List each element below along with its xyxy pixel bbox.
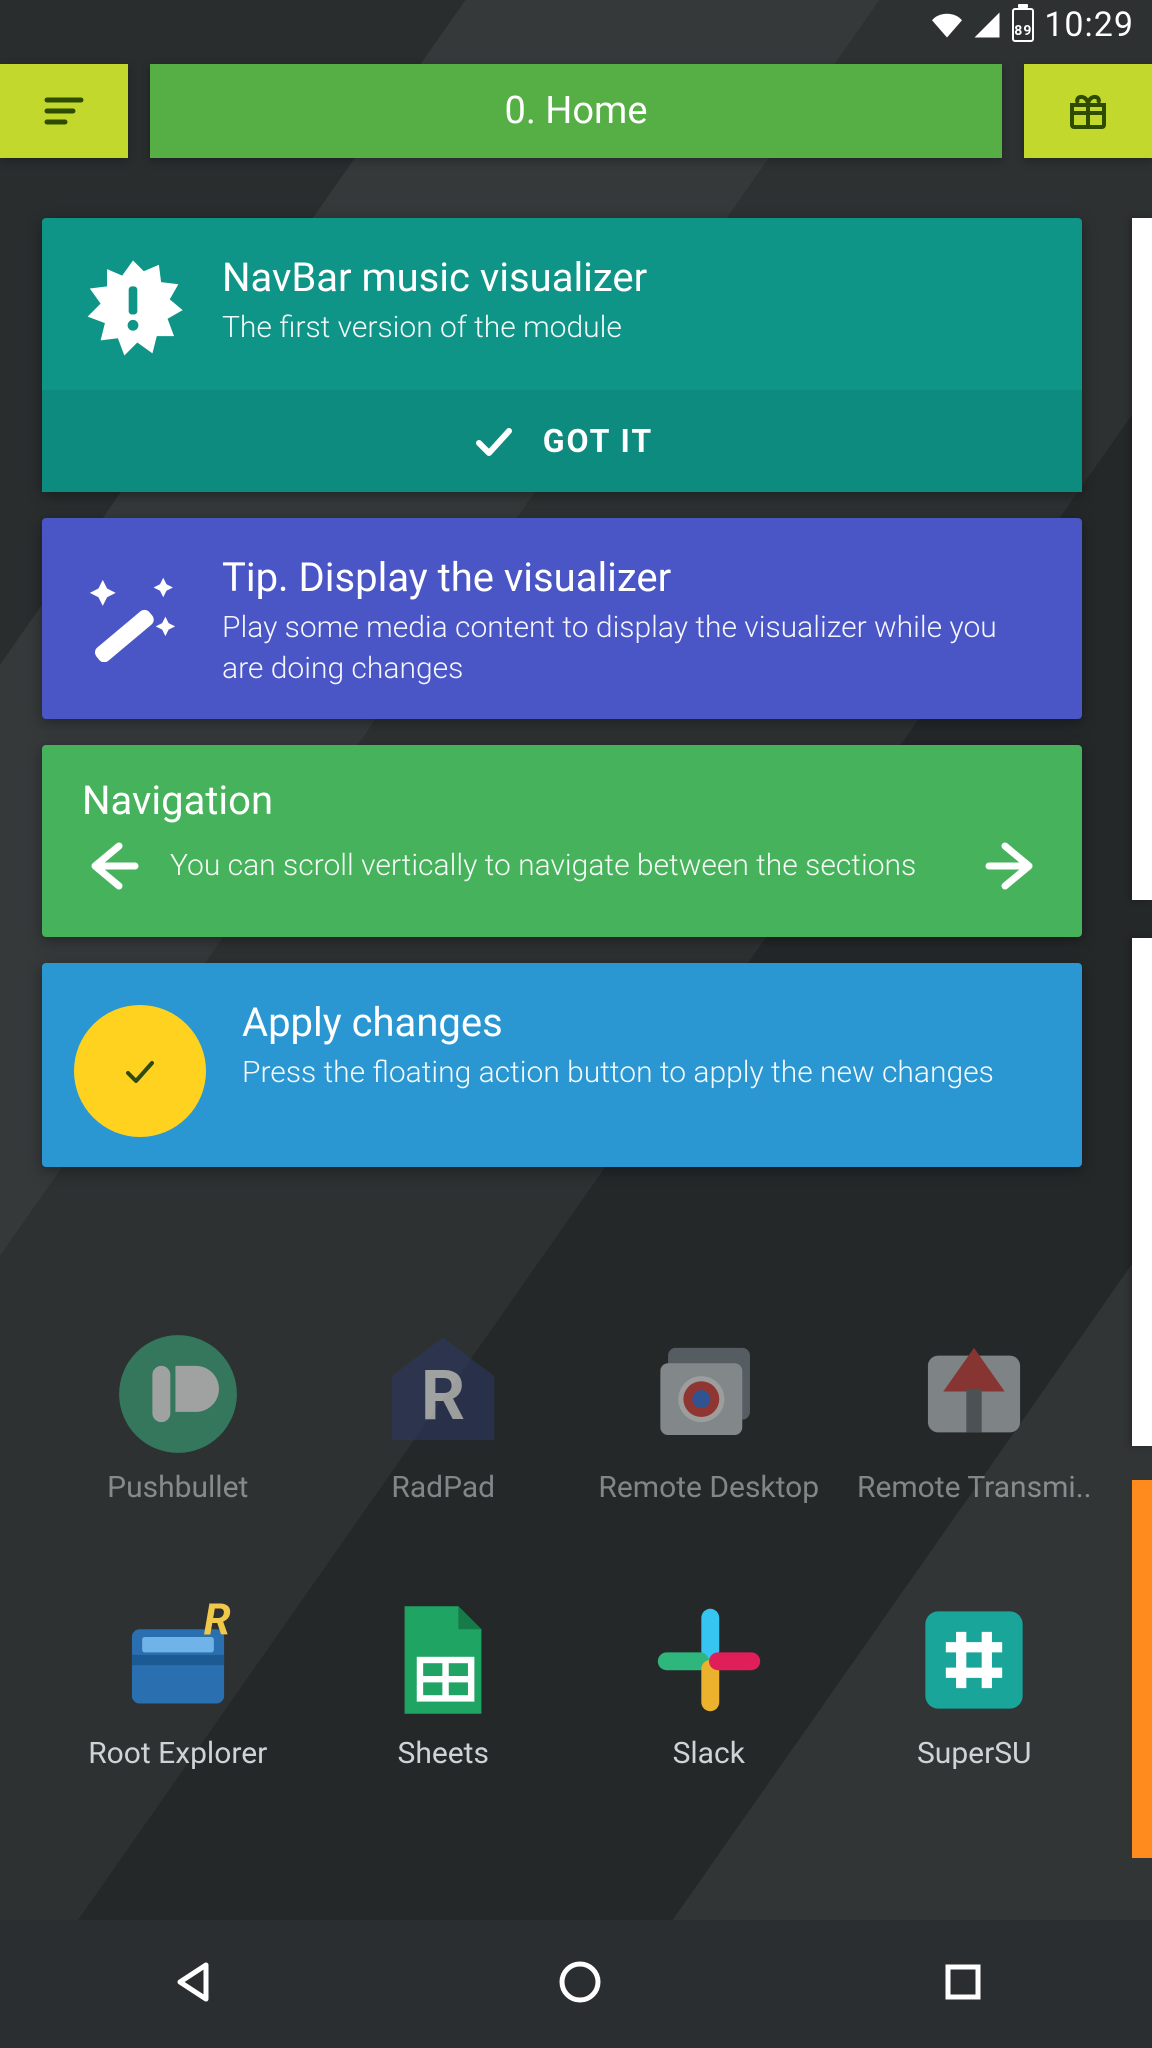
app-header: 0. Home xyxy=(0,64,1152,158)
side-panel-peek-accent[interactable] xyxy=(1132,1480,1152,1858)
nav-home-button[interactable] xyxy=(553,1955,607,2013)
circle-home-icon xyxy=(553,1955,607,2009)
battery-level: 89 xyxy=(1014,24,1032,40)
card-subtitle: Play some media content to display the v… xyxy=(222,608,1042,689)
nav-back-button[interactable] xyxy=(166,1955,220,2013)
got-it-label: GOT IT xyxy=(543,422,654,460)
status-bar: 89 10:29 xyxy=(0,0,1152,50)
card-title: Navigation xyxy=(42,745,1082,823)
app-pushbullet[interactable]: Pushbullet xyxy=(50,1330,306,1505)
check-icon xyxy=(116,1047,164,1095)
app-label: RadPad xyxy=(391,1470,495,1505)
nav-next-button[interactable] xyxy=(978,831,1048,901)
app-label: Root Explorer xyxy=(88,1736,267,1771)
app-label: Remote Desktop xyxy=(598,1470,819,1505)
side-panel-peek[interactable] xyxy=(1132,938,1152,1446)
nav-recent-button[interactable] xyxy=(940,1959,986,2009)
app-sheets[interactable]: Sheets xyxy=(316,1596,572,1771)
nav-prev-button[interactable] xyxy=(76,831,146,901)
system-nav-bar xyxy=(0,1920,1152,2048)
battery-icon: 89 xyxy=(1012,8,1034,42)
check-icon xyxy=(471,419,515,463)
wifi-icon xyxy=(932,10,962,40)
launcher-row: R Root Explorer Sheets Slack SuperSU xyxy=(50,1596,1102,1771)
svg-text:R: R xyxy=(203,1596,230,1645)
card-title: NavBar music visualizer xyxy=(222,256,1042,300)
app-root-explorer[interactable]: R Root Explorer xyxy=(50,1596,306,1771)
status-time: 10:29 xyxy=(1044,5,1134,45)
square-recent-icon xyxy=(940,1959,986,2005)
gift-icon xyxy=(1064,87,1112,135)
arrow-left-icon xyxy=(79,834,143,898)
gift-button[interactable] xyxy=(1024,64,1152,158)
app-label: Slack xyxy=(673,1736,745,1771)
fab-preview-icon xyxy=(74,1005,206,1137)
side-panel-peek[interactable] xyxy=(1132,218,1152,900)
app-label: Pushbullet xyxy=(107,1470,248,1505)
card-title: Tip. Display the visualizer xyxy=(222,556,1042,600)
app-supersu[interactable]: SuperSU xyxy=(847,1596,1103,1771)
card-subtitle: You can scroll vertically to navigate be… xyxy=(170,846,954,887)
card-tip: Tip. Display the visualizer Play some me… xyxy=(42,518,1082,719)
app-label: SuperSU xyxy=(917,1736,1032,1771)
app-remote-desktop[interactable]: Remote Desktop xyxy=(581,1330,837,1505)
app-label: Sheets xyxy=(398,1736,489,1771)
menu-icon xyxy=(41,88,87,134)
card-navigation: Navigation You can scroll vertically to … xyxy=(42,745,1082,937)
page-title[interactable]: 0. Home xyxy=(150,64,1002,158)
app-radpad[interactable]: R RadPad xyxy=(316,1330,572,1505)
cellular-icon xyxy=(972,10,1002,40)
card-intro: NavBar music visualizer The first versio… xyxy=(42,218,1082,492)
card-subtitle: Press the floating action button to appl… xyxy=(242,1053,1042,1094)
got-it-button[interactable]: GOT IT xyxy=(42,390,1082,492)
onboarding-cards: NavBar music visualizer The first versio… xyxy=(42,218,1082,1167)
arrow-right-icon xyxy=(981,834,1045,898)
card-apply: Apply changes Press the floating action … xyxy=(42,963,1082,1167)
burst-icon xyxy=(74,256,192,360)
magic-wand-icon xyxy=(74,556,192,660)
app-label: Remote Transmi.. xyxy=(857,1470,1092,1505)
svg-text:R: R xyxy=(421,1356,465,1437)
app-remote-transmission[interactable]: Remote Transmi.. xyxy=(847,1330,1103,1505)
card-subtitle: The first version of the module xyxy=(222,308,1042,349)
triangle-back-icon xyxy=(166,1955,220,2009)
card-title: Apply changes xyxy=(242,1001,1042,1045)
menu-button[interactable] xyxy=(0,64,128,158)
launcher-row: Pushbullet R RadPad Remote Desktop Remot… xyxy=(50,1330,1102,1505)
app-slack[interactable]: Slack xyxy=(581,1596,837,1771)
